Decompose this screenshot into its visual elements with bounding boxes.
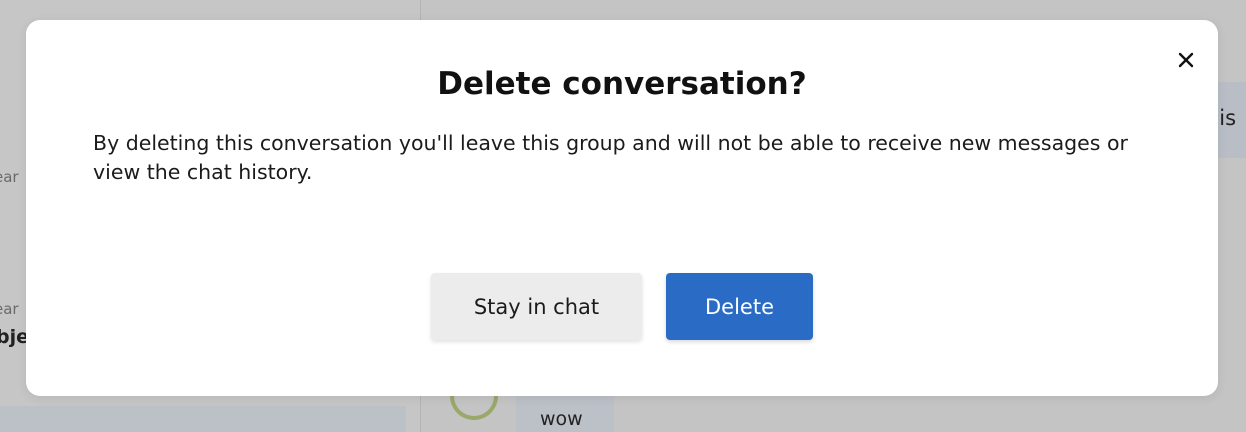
delete-conversation-dialog: Delete conversation? By deleting this co…: [26, 20, 1218, 396]
dialog-title: Delete conversation?: [437, 66, 807, 102]
avatar: [450, 392, 498, 420]
delete-button[interactable]: Delete: [666, 273, 813, 340]
message-text: wow: [540, 408, 583, 430]
conversation-preview-text: ear: [0, 168, 19, 186]
dialog-actions: Stay in chat Delete: [26, 273, 1218, 340]
conversation-title: bje: [0, 326, 29, 348]
stay-in-chat-button[interactable]: Stay in chat: [431, 273, 642, 340]
selected-conversation-row: [0, 406, 406, 432]
dialog-message: By deleting this conversation you'll lea…: [93, 131, 1128, 184]
conversation-preview-text: ear: [0, 300, 19, 318]
